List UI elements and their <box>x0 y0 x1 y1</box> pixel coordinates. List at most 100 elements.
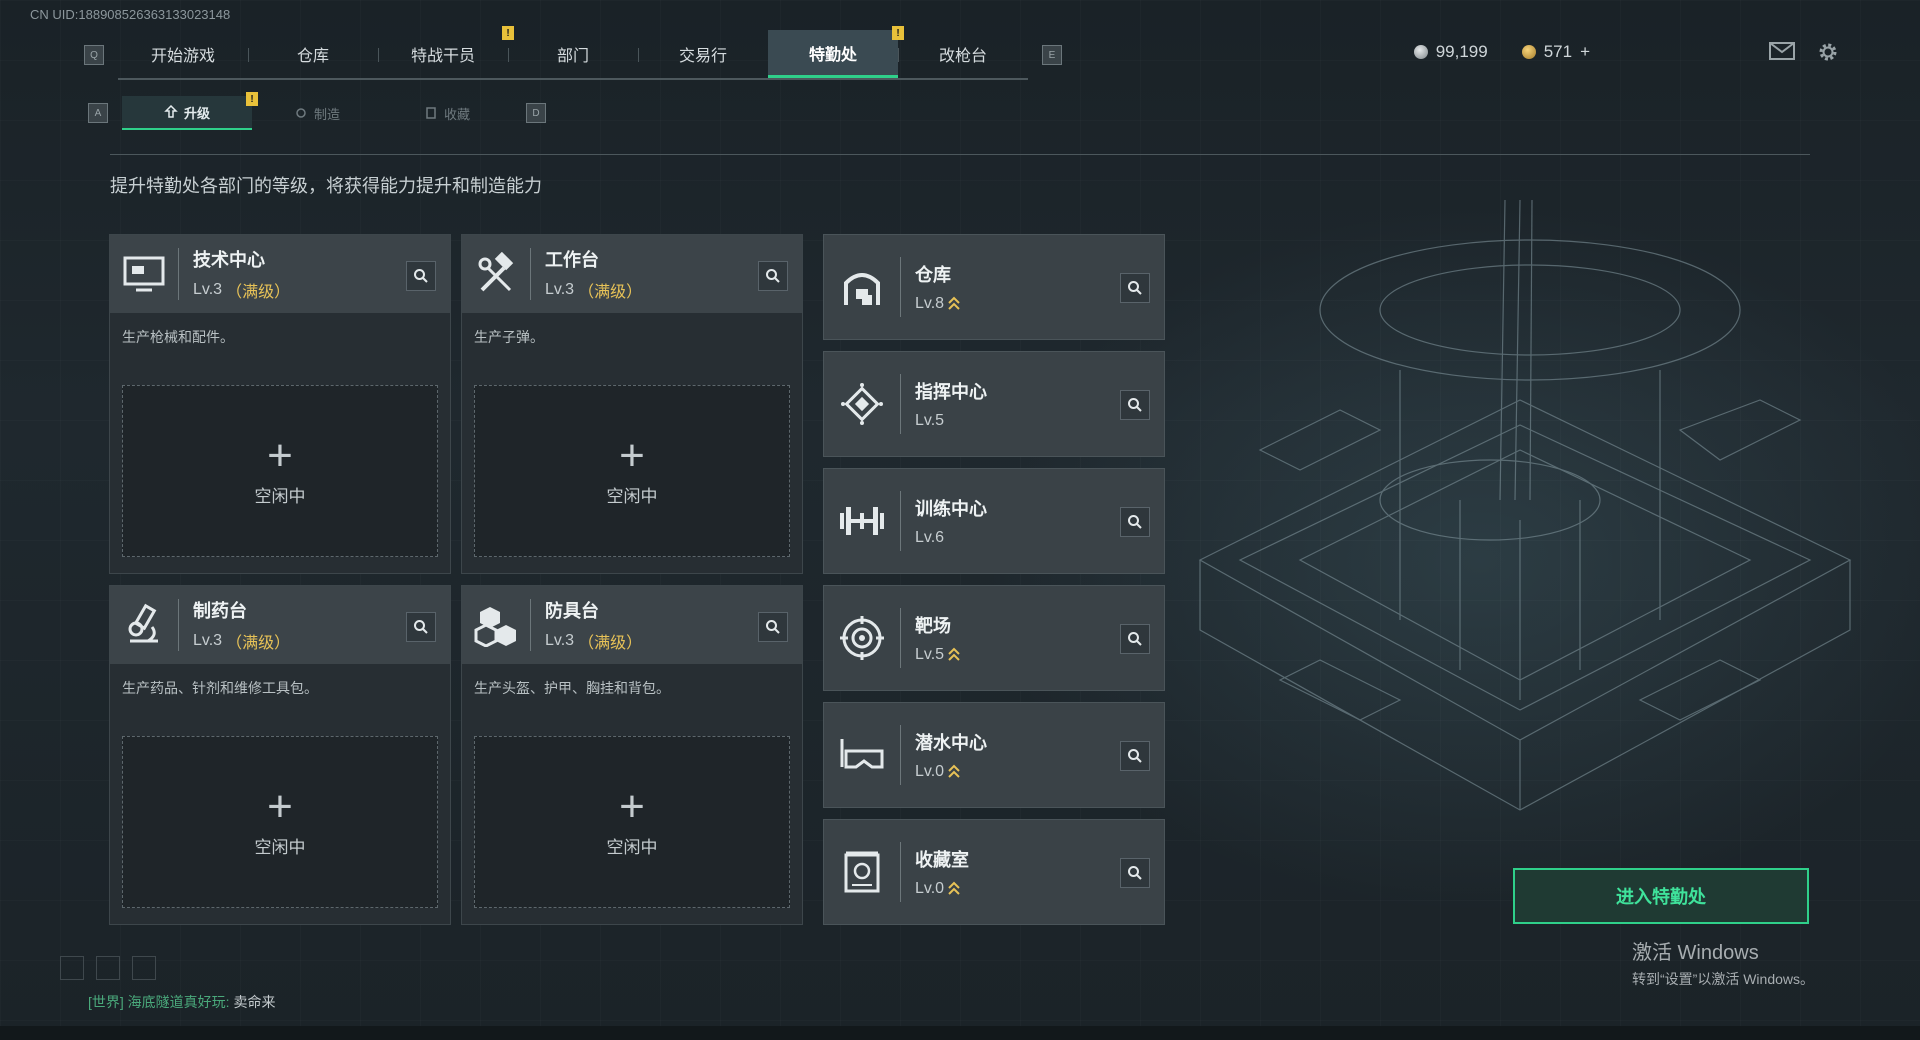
tab-gunsmith[interactable]: 改枪台 <box>898 30 1028 78</box>
tab-operators[interactable]: 特战干员! <box>378 26 514 78</box>
tab-label: 部门 <box>556 48 589 65</box>
bottom-bar <box>0 1026 1920 1040</box>
shortcut-slot[interactable] <box>132 956 156 980</box>
max-level-label: （满级） <box>578 635 643 652</box>
max-level-label: （满级） <box>578 284 643 301</box>
search-button[interactable] <box>1120 273 1150 303</box>
workshop-level: Lv.3 <box>193 281 223 298</box>
dumbbell-icon <box>824 503 900 539</box>
facility-card-warehouse[interactable]: 仓库 Lv.8 <box>823 234 1165 340</box>
workshop-card-tech-center[interactable]: 技术中心 Lv.3 （满级） 生产枪械和配件。 + 空闲中 <box>109 234 451 574</box>
search-icon <box>766 620 780 634</box>
tab-special-ops[interactable]: 特勤处! <box>768 26 904 78</box>
windows-activation-watermark: 激活 Windows 转到“设置”以激活 Windows。 <box>1632 936 1814 989</box>
workshop-name: 制药台 <box>193 601 247 621</box>
production-slot[interactable]: + 空闲中 <box>122 736 438 908</box>
search-button[interactable] <box>406 612 436 642</box>
facility-level: Lv.0 <box>915 880 945 897</box>
command-icon <box>824 382 900 426</box>
subtab-craft[interactable]: 制造 <box>252 96 382 130</box>
tab-department[interactable]: 部门 <box>508 30 638 78</box>
shortcut-slot[interactable] <box>96 956 120 980</box>
tab-label: 交易行 <box>678 48 727 65</box>
search-icon <box>414 269 428 283</box>
tab-label: 改枪台 <box>938 48 987 65</box>
upgrade-available-icon <box>948 764 960 778</box>
hammer-wrench-icon <box>462 235 530 313</box>
workshop-card-armor-bench[interactable]: 防具台 Lv.3 （满级） 生产头盔、护甲、胸挂和背包。 + 空闲中 <box>461 585 803 925</box>
currency-display: 99,199 571 + <box>1413 42 1590 62</box>
tab-warehouse[interactable]: 仓库 <box>248 30 378 78</box>
workshop-description: 生产枪械和配件。 <box>122 329 234 345</box>
search-icon <box>1128 398 1142 412</box>
monitor-icon <box>110 235 178 313</box>
search-button[interactable] <box>406 261 436 291</box>
workshop-card-pharmacy[interactable]: 制药台 Lv.3 （满级） 生产药品、针剂和维修工具包。 + 空闲中 <box>109 585 451 925</box>
facility-card-collection-room[interactable]: 收藏室 Lv.0 <box>823 819 1165 925</box>
tab-label: 开始游戏 <box>150 48 215 65</box>
production-slot[interactable]: + 空闲中 <box>474 385 790 557</box>
target-icon <box>824 616 900 660</box>
shortcut-slot[interactable] <box>60 956 84 980</box>
search-icon <box>1128 866 1142 880</box>
nav-tabs: 开始游戏 仓库 特战干员! 部门 交易行 特勤处! 改枪台 <box>118 26 1028 80</box>
plus-icon: + <box>267 430 293 480</box>
subtab-collection[interactable]: 收藏 <box>382 96 512 130</box>
tab-start-game[interactable]: 开始游戏 <box>118 30 248 78</box>
mail-icon[interactable] <box>1769 42 1795 60</box>
search-button[interactable] <box>1120 390 1150 420</box>
facility-card-diving-center[interactable]: 潜水中心 Lv.0 <box>823 702 1165 808</box>
card-header: 防具台 Lv.3 （满级） <box>462 586 802 664</box>
plus-icon: + <box>619 781 645 831</box>
silver-amount: 99,199 <box>1435 42 1488 61</box>
search-icon <box>1128 281 1142 295</box>
top-navigation: Q 开始游戏 仓库 特战干员! 部门 交易行 特勤处! 改枪台 E <box>84 26 1062 80</box>
gold-coin-icon <box>1521 45 1536 59</box>
base-building-illustration <box>1198 200 1852 811</box>
add-gold-button[interactable]: + <box>1580 42 1590 62</box>
workshop-card-workbench[interactable]: 工作台 Lv.3 （满级） 生产子弹。 + 空闲中 <box>461 234 803 574</box>
workshop-level: Lv.3 <box>545 281 575 298</box>
production-slot[interactable]: + 空闲中 <box>122 385 438 557</box>
search-button[interactable] <box>758 612 788 642</box>
craft-icon <box>296 108 306 118</box>
facility-name: 收藏室 <box>915 850 969 870</box>
tab-label: 特战干员 <box>410 48 475 65</box>
facility-card-training-center[interactable]: 训练中心 Lv.6 <box>823 468 1165 574</box>
plus-icon: + <box>267 781 293 831</box>
key-hint-d[interactable]: D <box>526 103 546 123</box>
upgrade-available-icon <box>948 881 960 895</box>
chat-line[interactable]: [世界] 海底隧道真好玩: 卖命来 <box>88 992 275 1012</box>
chat-channel: [世界] <box>88 994 124 1010</box>
subtab-label: 制造 <box>313 106 340 122</box>
search-button[interactable] <box>1120 624 1150 654</box>
workshop-name: 防具台 <box>545 601 599 621</box>
search-button[interactable] <box>1120 741 1150 771</box>
windows-activation-subtitle: 转到“设置”以激活 Windows。 <box>1632 971 1815 987</box>
key-hint-a[interactable]: A <box>88 103 108 123</box>
facility-name: 潜水中心 <box>915 733 987 753</box>
workshop-description: 生产子弹。 <box>474 329 544 345</box>
enter-special-ops-button[interactable]: 进入特勤处 <box>1513 868 1809 924</box>
search-button[interactable] <box>758 261 788 291</box>
diving-mask-icon <box>824 737 900 773</box>
max-level-label: （满级） <box>226 635 291 652</box>
facility-card-shooting-range[interactable]: 靶场 Lv.5 <box>823 585 1165 691</box>
facility-name: 仓库 <box>915 265 951 285</box>
slot-status: 空闲中 <box>254 837 306 857</box>
key-hint-q[interactable]: Q <box>84 45 104 65</box>
production-slot[interactable]: + 空闲中 <box>474 736 790 908</box>
max-level-label: （满级） <box>226 284 291 301</box>
tab-label: 特勤处 <box>808 46 857 64</box>
gear-icon[interactable] <box>1816 40 1840 64</box>
search-button[interactable] <box>1120 507 1150 537</box>
facility-card-command-center[interactable]: 指挥中心 Lv.5 <box>823 351 1165 457</box>
sub-tabs: 升级 ! 制造 收藏 <box>122 92 512 130</box>
workshop-name: 技术中心 <box>193 250 265 270</box>
collection-tab-icon <box>426 107 436 119</box>
tab-trading[interactable]: 交易行 <box>638 30 768 78</box>
search-button[interactable] <box>1120 858 1150 888</box>
search-icon <box>766 269 780 283</box>
subtab-upgrade[interactable]: 升级 ! <box>122 92 258 130</box>
key-hint-e[interactable]: E <box>1042 45 1062 65</box>
